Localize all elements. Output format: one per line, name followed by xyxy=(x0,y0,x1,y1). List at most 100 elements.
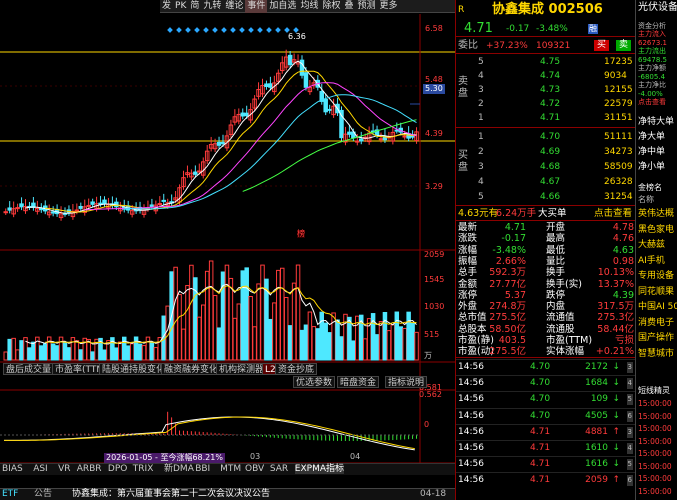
toolbar-item-11[interactable]: 更多 xyxy=(378,0,400,13)
big-order-view-link[interactable]: 点击查看 xyxy=(594,209,632,219)
volume-bar xyxy=(149,341,155,361)
tab-margin-change[interactable]: 融资融券变化 xyxy=(161,363,222,375)
quote-label: 涨停 xyxy=(458,289,478,301)
sector-list-item[interactable]: 黑色家电 xyxy=(638,225,674,235)
asks-row[interactable]: 3 4.73 12155 xyxy=(456,84,636,97)
toolbar-item-0[interactable]: 发 xyxy=(160,0,173,13)
toolbar-item-10[interactable]: 预测 xyxy=(355,0,377,13)
candle-body xyxy=(197,170,202,173)
ma20-line xyxy=(84,82,417,211)
event-marker[interactable]: 榜 xyxy=(297,230,305,238)
sector-list-item[interactable]: 专用设备 xyxy=(638,272,674,281)
tick-volume: 1684 xyxy=(585,378,608,389)
toolbar-item-9[interactable]: 叠 xyxy=(342,0,355,13)
tick-volume: 2172 xyxy=(585,362,608,372)
toolbar-item-6[interactable]: 加自选 xyxy=(267,0,298,13)
toolbar-item-4[interactable]: 缠论 xyxy=(223,0,245,13)
tick-row: 14:56 4.70 2172 ↓ 3 xyxy=(456,359,636,373)
bids-row[interactable]: 2 4.69 34273 xyxy=(456,146,636,159)
tick-price: 4.70 xyxy=(530,410,551,421)
tick-direction-icon: ↓ xyxy=(612,410,620,421)
sector-list-item[interactable]: 英伟达概 xyxy=(638,210,674,219)
quote-label: 市盈(静) xyxy=(458,335,494,346)
volume-bar xyxy=(287,325,293,361)
toolbar-item-3[interactable]: 九转 xyxy=(201,0,223,13)
macd-dea-line xyxy=(3,416,415,450)
volume-bar xyxy=(351,340,356,361)
asks-row[interactable]: 2 4.72 22579 xyxy=(456,98,636,111)
indicator-tab-6[interactable]: 新DMA xyxy=(164,465,194,474)
volume-bar xyxy=(224,264,230,361)
signal-diamond xyxy=(194,27,200,33)
sector-list-item[interactable]: 中国AI 50 xyxy=(638,303,677,312)
indicator-tab-9[interactable]: OBV xyxy=(245,465,264,474)
tab-indicator-help[interactable]: 指标说明 xyxy=(385,376,428,388)
volume-bar xyxy=(276,269,281,361)
sector-list-item[interactable]: 国产操作 xyxy=(638,334,674,343)
indicator-tab-11[interactable]: EXPMA指标 xyxy=(294,465,344,474)
bids-row[interactable]: 3 4.68 58509 xyxy=(456,161,636,174)
quote-row: 涨停 5.37 跌停 4.39 xyxy=(456,290,636,301)
tab-dark-pool-fund[interactable]: 暗盘资金 xyxy=(337,376,380,388)
signal-diamond xyxy=(203,27,209,33)
etf-label[interactable]: ETF xyxy=(2,490,18,499)
tick-price: 4.71 xyxy=(530,475,551,486)
sector-list-item[interactable]: 智慧城市 xyxy=(638,349,674,359)
sector-net-2: 净中单 xyxy=(638,147,666,157)
toolbar-item-5[interactable]: 事件 xyxy=(245,0,268,13)
volume-bar xyxy=(185,285,190,361)
tick-volume: 109 xyxy=(590,394,608,405)
last-price: 4.71 xyxy=(464,21,493,36)
volume-bar xyxy=(31,341,36,361)
toolbar-item-8[interactable]: 除权 xyxy=(320,0,342,13)
sector-info-10[interactable]: 点击查看 xyxy=(638,99,666,106)
sell-button[interactable]: 卖 xyxy=(616,40,632,51)
sector-list-item[interactable]: 同花顺果 xyxy=(638,287,674,297)
indicator-tab-5[interactable]: TRIX xyxy=(133,465,154,474)
bids-row[interactable]: 5 4.66 31254 xyxy=(456,191,636,204)
indicator-tab-8[interactable]: MTM xyxy=(220,465,241,474)
indicator-tab-4[interactable]: DPO xyxy=(108,465,127,474)
bids-level: 5 xyxy=(478,192,484,202)
tab-fund-bottom-fishing[interactable]: 资金抄底 xyxy=(275,363,318,375)
tab-optimal-params[interactable]: 优选参数 xyxy=(293,376,336,388)
kline-chart-area[interactable] xyxy=(0,14,455,474)
asks-row[interactable]: 1 4.71 31151 xyxy=(456,112,636,125)
sector-list-item[interactable]: AI手机 xyxy=(638,256,665,266)
volume-bar xyxy=(118,341,123,361)
candle-body xyxy=(149,204,155,208)
bids-row[interactable]: 1 4.70 51111 xyxy=(456,131,636,144)
toolbar-item-2[interactable]: 简 xyxy=(188,0,201,13)
tab-after-hours-volume[interactable]: 盘后成交量 xyxy=(3,363,55,375)
signal-diamond xyxy=(176,27,182,33)
indicator-tab-1[interactable]: ASI xyxy=(33,465,48,474)
tab-northbound-holding[interactable]: 陆股通持股变化 xyxy=(99,363,169,375)
sector-info-4: 主力流出 xyxy=(638,47,666,55)
news-headline[interactable]: 协鑫集成：第六届董事会第二十二次会议决议公告 xyxy=(72,490,270,499)
bids-row[interactable]: 4 4.67 26328 xyxy=(456,176,636,189)
volume-bar xyxy=(248,296,253,361)
asks-price: 4.75 xyxy=(540,57,561,67)
indicator-tab-10[interactable]: SAR xyxy=(270,465,288,474)
asks-row[interactable]: 5 4.75 17235 xyxy=(456,56,636,69)
toolbar-item-7[interactable]: 均线 xyxy=(298,0,320,13)
tab-institution-detector[interactable]: 机构探测器 xyxy=(216,363,268,375)
indicator-tab-7[interactable]: BBI xyxy=(195,465,210,474)
indicator-tab-2[interactable]: VR xyxy=(58,465,70,474)
sector-list-item[interactable]: 消费电子 xyxy=(638,318,674,328)
asks-row[interactable]: 4 4.74 9034 xyxy=(456,70,636,83)
quote-label: 跌停 xyxy=(546,289,566,301)
toolbar-item-1[interactable]: PK xyxy=(173,0,188,13)
volume-bar xyxy=(50,343,56,361)
volume-bar xyxy=(295,264,301,361)
kline-chart[interactable] xyxy=(0,14,455,474)
buy-button[interactable]: 买 xyxy=(594,40,610,51)
volume-axis-3: 1030 xyxy=(424,302,445,311)
candle-body xyxy=(410,135,415,138)
indicator-tab-3[interactable]: ARBR xyxy=(77,465,102,474)
bids-level: 1 xyxy=(478,132,484,142)
indicator-tab-0[interactable]: BIAS xyxy=(2,465,23,474)
volume-bar xyxy=(7,338,12,361)
candle-body xyxy=(220,141,226,145)
sector-list-item[interactable]: 大赫兹 xyxy=(638,241,665,250)
